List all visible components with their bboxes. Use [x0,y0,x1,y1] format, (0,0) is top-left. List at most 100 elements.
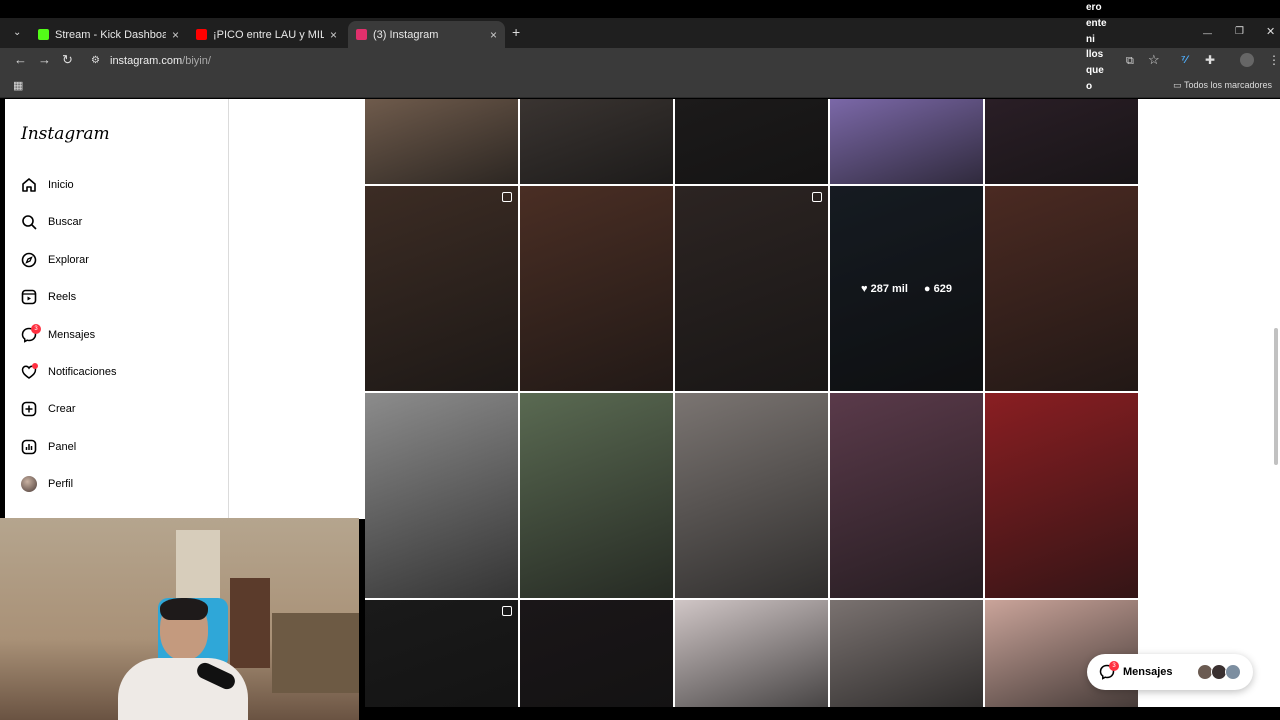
post-thumbnail[interactable] [675,393,828,598]
sidebar-item-reels[interactable]: Reels [20,287,76,307]
reel-icon [502,606,512,616]
tab-close-icon[interactable]: × [172,28,179,42]
sidebar-item-label: Panel [48,441,77,453]
streamer-hair [160,598,208,620]
messages-badge: 3 [31,323,41,334]
instagram-logo[interactable]: Instagram [21,124,110,144]
restore-icon[interactable]: ❐ [1235,26,1244,38]
kick-favicon-icon [38,29,49,40]
tab-title: ¡PICO entre LAU y MILE! 🔥 [213,29,324,41]
url-path: /biyin/ [182,55,211,67]
window-close-icon[interactable]: ✕ [1266,26,1275,38]
extension-icon[interactable]: ⁷⁄ [1181,54,1187,66]
overlay-line: ero [1086,2,1102,13]
post-thumbnail[interactable] [985,186,1138,391]
carousel-icon [812,192,822,202]
tab-close-icon[interactable]: × [330,28,337,42]
sidebar-item-panel[interactable]: Panel [20,437,76,457]
reload-icon[interactable]: ↻ [62,53,73,66]
post-thumbnail[interactable] [520,99,673,184]
likes-stat: ♥ 287 mil [861,282,908,295]
comments-stat: ● 629 [923,282,952,295]
menu-kebab-icon[interactable]: ⋮ [1268,54,1280,66]
hover-stats: ♥ 287 mil ● 629 [830,186,983,391]
post-thumbnail[interactable] [675,99,828,184]
sidebar-item-perfil[interactable]: Perfil [20,474,73,494]
overlay-line: ni [1086,33,1095,45]
overlay-line: ente [1086,17,1107,29]
likes-count: 287 mil [870,282,908,295]
post-thumbnail[interactable] [830,99,983,184]
post-thumbnail[interactable] [830,600,983,707]
overlay-line: o [1086,80,1093,92]
heart-icon [20,362,38,381]
home-icon [20,177,37,194]
sidebar-item-mensajes[interactable]: 3 Mensajes [20,323,95,345]
post-thumbnail[interactable] [520,600,673,707]
site-info-icon[interactable]: ⚙ [91,55,100,67]
messages-label: Mensajes [1123,666,1173,678]
sidebar-item-notificaciones[interactable]: Notificaciones [20,362,116,382]
sidebar-item-label: Perfil [48,478,74,490]
overlay-line: llos [1086,49,1104,61]
install-app-icon[interactable]: ⧉ [1126,55,1134,67]
sidebar-item-inicio[interactable]: Inicio [20,175,74,195]
minimize-icon[interactable]: — [1203,27,1212,39]
overlay-line: que [1086,65,1104,77]
posts-grid: ♥ 287 mil ● 629 [365,99,1138,707]
shelf [230,578,270,668]
all-bookmarks[interactable]: ▭ Todos los marcadores [1173,80,1272,91]
sidebar-item-label: Notificaciones [48,366,117,378]
messages-floating-button[interactable]: 3 Mensajes [1087,654,1253,690]
profile-margin [229,99,365,519]
post-thumbnail[interactable] [985,393,1138,598]
post-thumbnail[interactable] [365,600,518,707]
bookmark-star-icon[interactable]: ☆ [1148,53,1160,66]
desk [272,613,359,693]
post-thumbnail[interactable] [520,393,673,598]
post-thumbnail[interactable] [830,393,983,598]
avatar [1225,664,1241,680]
post-thumbnail[interactable] [365,186,518,391]
webcam-overlay [0,518,359,720]
comments-count: 629 [933,282,952,295]
instagram-favicon-icon [356,29,367,40]
post-thumbnail[interactable] [985,99,1138,184]
tab-instagram[interactable]: (3) Instagram × [348,21,505,48]
messages-badge: 3 [1109,661,1119,671]
post-thumbnail-hovered[interactable]: ♥ 287 mil ● 629 [830,186,983,391]
profile-icon[interactable] [1240,53,1254,67]
puzzle-extensions-icon[interactable]: ✚ [1205,54,1215,66]
chart-icon [20,439,37,456]
folder-icon: ▭ [1173,80,1184,90]
post-thumbnail[interactable] [365,99,518,184]
url-field[interactable]: instagram.com/biyin/ [110,55,211,67]
new-tab-icon[interactable]: + [512,25,520,39]
post-thumbnail[interactable] [675,600,828,707]
post-thumbnail[interactable] [675,186,828,391]
instagram-sidebar: Instagram Inicio Buscar Explorar Reels 3… [5,99,229,519]
url-host: instagram.com [110,55,183,67]
sidebar-item-explorar[interactable]: Explorar [20,250,89,270]
page-scrollbar[interactable] [1274,328,1278,465]
post-thumbnail[interactable] [365,393,518,598]
search-icon [20,214,37,231]
sidebar-item-buscar[interactable]: Buscar [20,212,82,232]
sidebar-item-crear[interactable]: Crear [20,399,76,419]
back-icon[interactable]: ← [14,53,27,66]
avatar-icon [20,476,37,493]
sidebar-item-label: Reels [48,291,77,303]
tab-search-icon[interactable]: ⌄ [13,27,21,39]
tab-close-icon[interactable]: × [490,28,497,42]
messenger-icon: 3 [20,323,41,344]
carousel-icon [502,192,512,202]
tab-title: Stream - Kick Dashboard [55,28,166,41]
forward-icon[interactable]: → [38,53,51,66]
tab-youtube[interactable]: ¡PICO entre LAU y MILE! 🔥 × [188,21,345,48]
apps-grid-icon[interactable]: ▦ [13,80,23,92]
tab-kick-dashboard[interactable]: Stream - Kick Dashboard × [30,21,187,48]
right-margin [1138,99,1280,707]
sidebar-item-label: Crear [48,403,76,415]
post-thumbnail[interactable] [520,186,673,391]
sidebar-item-label: Explorar [48,254,89,266]
